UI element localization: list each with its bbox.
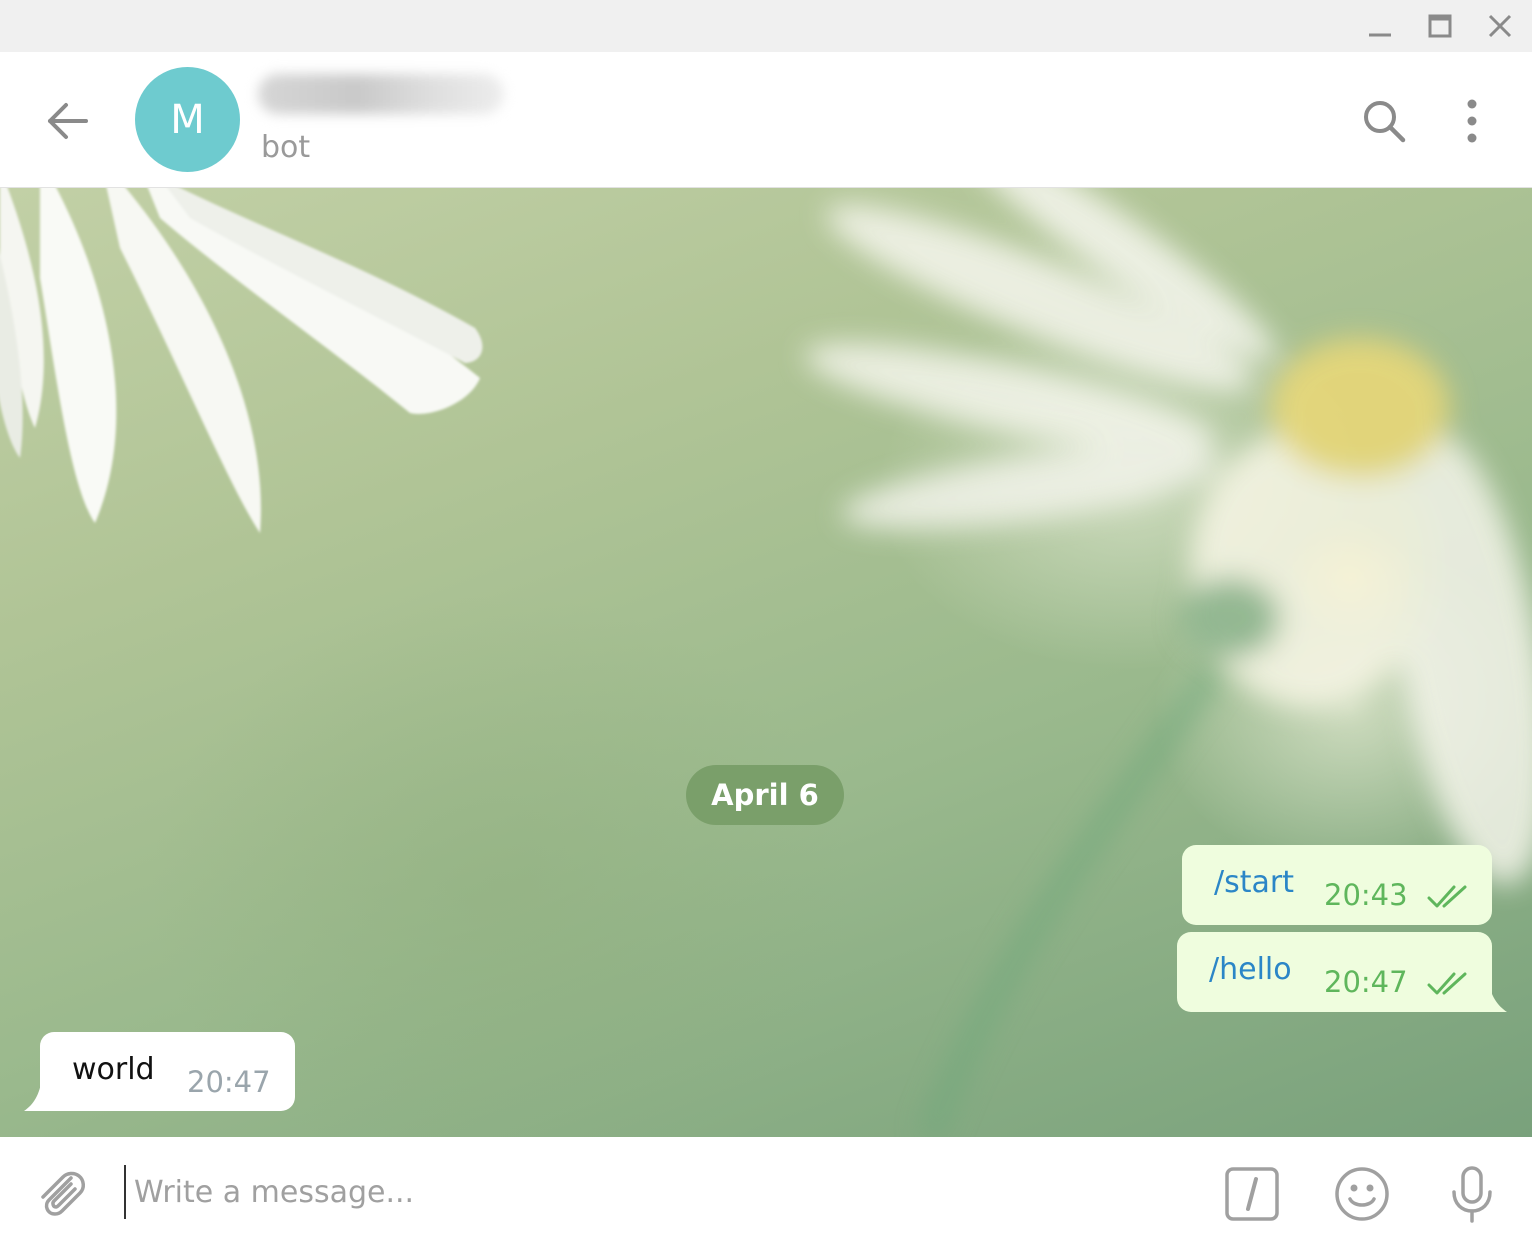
chat-name-redacted[interactable] [258, 74, 504, 114]
back-button[interactable] [38, 92, 96, 150]
double-check-icon [1427, 885, 1467, 908]
close-icon [1488, 14, 1512, 38]
double-check-icon [1427, 972, 1467, 995]
minimize-button[interactable] [1360, 8, 1400, 44]
arrow-left-icon [48, 103, 88, 139]
window-titlebar [0, 0, 1532, 52]
date-divider: April 6 [686, 765, 844, 825]
search-button[interactable] [1355, 92, 1413, 150]
bot-command-button[interactable] [1219, 1161, 1285, 1227]
chat-status: bot [261, 130, 311, 165]
chat-header: M bot [0, 52, 1532, 188]
minimize-icon [1369, 33, 1391, 37]
emoji-icon [1335, 1167, 1389, 1221]
message-input[interactable] [124, 1165, 1184, 1219]
emoji-button[interactable] [1329, 1161, 1395, 1227]
attach-button[interactable] [28, 1161, 94, 1227]
voice-record-button[interactable] [1439, 1161, 1505, 1227]
message-text: world [72, 1052, 155, 1087]
microphone-icon [1452, 1166, 1492, 1223]
bot-command-link[interactable]: /hello [1209, 952, 1292, 987]
message-time: 20:47 [1324, 965, 1408, 999]
more-menu-button[interactable] [1443, 92, 1501, 150]
message-time: 20:47 [187, 1065, 271, 1099]
close-button[interactable] [1480, 8, 1520, 44]
maximize-icon [1428, 14, 1452, 38]
maximize-button[interactable] [1420, 8, 1460, 44]
message-composer [0, 1137, 1532, 1252]
bot-command-icon [1225, 1167, 1279, 1221]
avatar[interactable]: M [135, 67, 240, 172]
more-vertical-icon [1467, 99, 1477, 143]
search-icon [1364, 101, 1406, 143]
message-time: 20:43 [1324, 878, 1408, 912]
bot-command-link[interactable]: /start [1214, 865, 1294, 900]
chat-area[interactable]: April 6 /start 20:43 /hello 20:47 world … [0, 188, 1532, 1137]
avatar-letter: M [170, 96, 205, 143]
paperclip-icon [41, 1171, 85, 1216]
